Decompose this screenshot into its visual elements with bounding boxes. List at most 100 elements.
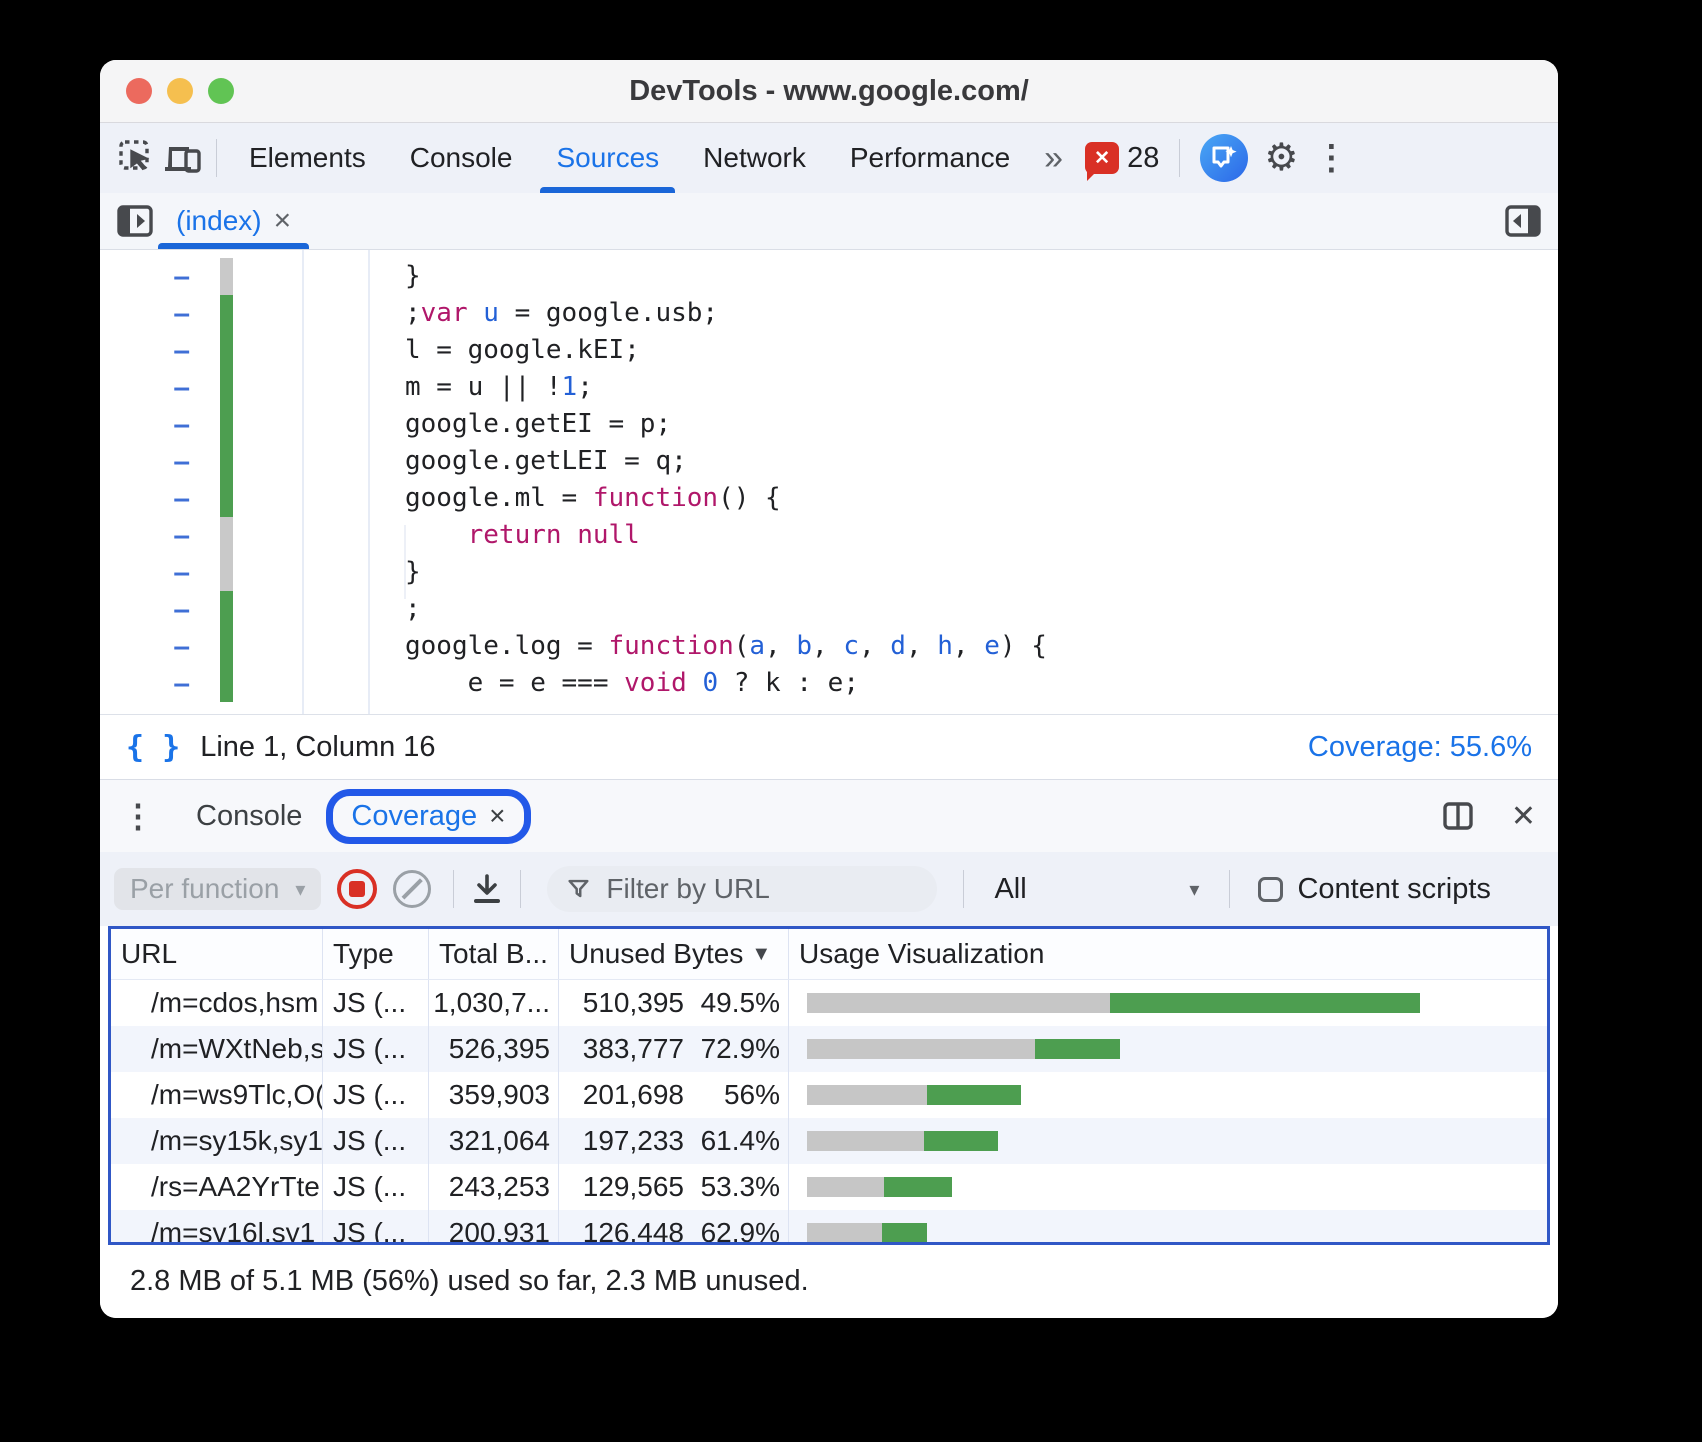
- export-download-icon[interactable]: [464, 866, 510, 912]
- column-header-url[interactable]: URL: [111, 929, 323, 979]
- line-gutter-dash: –: [100, 628, 190, 665]
- toolbar-divider: [1179, 139, 1180, 177]
- usage-bar-used: [1035, 1039, 1120, 1059]
- unused-bytes-value: 383,777: [567, 1033, 684, 1065]
- drawer-dock-icon[interactable]: [1435, 793, 1481, 839]
- unused-bytes-value: 510,395: [567, 987, 684, 1019]
- main-toolbar: Elements Console Sources Network Perform…: [100, 123, 1558, 193]
- customize-menu-icon[interactable]: ⋮: [1304, 138, 1358, 178]
- file-tab-close-icon[interactable]: ×: [274, 204, 292, 238]
- tab-network[interactable]: Network: [681, 123, 828, 193]
- code-line[interactable]: –google.getLEI = q;: [100, 443, 1558, 480]
- drawer-tab-console[interactable]: Console: [180, 800, 318, 833]
- drawer-menu-icon[interactable]: ⋮: [122, 797, 154, 835]
- usage-cell: [789, 1072, 1547, 1118]
- total-bytes-cell: 200,931: [429, 1210, 559, 1242]
- device-toolbar-icon[interactable]: [160, 135, 206, 181]
- table-row[interactable]: /m=ws9Tlc,O(JS (...359,903201,69856%: [111, 1072, 1547, 1118]
- pretty-print-icon[interactable]: { }: [126, 730, 180, 765]
- coverage-stripe-covered: [220, 295, 233, 332]
- filter-by-url-input[interactable]: [604, 872, 917, 906]
- close-window-button[interactable]: [126, 78, 152, 104]
- unused-bytes-cell: 197,23361.4%: [559, 1118, 789, 1164]
- code-line[interactable]: –l = google.kEI;: [100, 332, 1558, 369]
- line-gutter-dash: –: [100, 406, 190, 443]
- unused-bytes-value: 126,448: [567, 1217, 684, 1242]
- unused-percent: 49.5%: [684, 987, 780, 1019]
- column-header-unused-bytes[interactable]: Unused Bytes ▼: [559, 929, 789, 979]
- usage-bar-unused: [807, 1085, 927, 1105]
- code-line[interactable]: –;: [100, 591, 1558, 628]
- code-line[interactable]: –;var u = google.usb;: [100, 295, 1558, 332]
- code-text: ;var u = google.usb;: [405, 295, 718, 332]
- content-scripts-checkbox[interactable]: [1258, 877, 1283, 902]
- stop-recording-button[interactable]: [337, 869, 377, 909]
- type-filter-select[interactable]: All ▾: [980, 873, 1213, 906]
- table-row[interactable]: /m=WXtNeb,sJS (...526,395383,77772.9%: [111, 1026, 1547, 1072]
- ai-assistant-icon[interactable]: [1200, 134, 1248, 182]
- table-row[interactable]: /rs=AA2YrTteJS (...243,253129,56553.3%: [111, 1164, 1547, 1210]
- coverage-mode-select[interactable]: Per function ▾: [114, 868, 321, 910]
- settings-gear-icon[interactable]: ⚙: [1258, 135, 1304, 181]
- code-line[interactable]: –}: [100, 258, 1558, 295]
- line-gutter-dash: –: [100, 258, 190, 295]
- code-line[interactable]: –m = u || !1;: [100, 369, 1558, 406]
- usage-bar-used: [884, 1177, 952, 1197]
- more-panels-icon[interactable]: »: [1032, 139, 1075, 178]
- file-tab-index[interactable]: (index) ×: [158, 193, 309, 249]
- issues-badge[interactable]: ✕ 28: [1085, 142, 1159, 175]
- code-text: google.getEI = p;: [405, 406, 671, 443]
- type-cell: JS (...: [323, 980, 429, 1026]
- column-header-total-bytes[interactable]: Total B...: [429, 929, 559, 979]
- inspect-element-icon[interactable]: [114, 135, 160, 181]
- usage-bar-unused: [807, 1177, 884, 1197]
- total-bytes-cell: 243,253: [429, 1164, 559, 1210]
- tab-performance[interactable]: Performance: [828, 123, 1032, 193]
- line-gutter-dash: –: [100, 517, 190, 554]
- tab-sources[interactable]: Sources: [534, 123, 681, 193]
- total-bytes-cell: 526,395: [429, 1026, 559, 1072]
- table-row[interactable]: /m=cdos,hsmJS (...1,030,7...510,39549.5%: [111, 980, 1547, 1026]
- tab-elements[interactable]: Elements: [227, 123, 388, 193]
- table-row[interactable]: /m=sy16l,sy1JS (...200,931126,44862.9%: [111, 1210, 1547, 1242]
- code-text: m = u || !1;: [405, 369, 593, 406]
- unused-bytes-cell: 129,56553.3%: [559, 1164, 789, 1210]
- sort-descending-icon: ▼: [751, 943, 771, 966]
- url-filter[interactable]: [547, 866, 937, 912]
- drawer-close-icon[interactable]: ✕: [1511, 799, 1536, 834]
- coverage-stripe-covered: [220, 480, 233, 517]
- unused-percent: 62.9%: [684, 1217, 780, 1242]
- maximize-window-button[interactable]: [208, 78, 234, 104]
- code-line[interactable]: – e = e === void 0 ? k : e;: [100, 665, 1558, 702]
- code-text: }: [405, 258, 421, 295]
- clear-icon[interactable]: [393, 870, 431, 908]
- code-line[interactable]: – google.getEI = p;: [100, 406, 1558, 443]
- code-text: google.getLEI = q;: [405, 443, 687, 480]
- show-navigator-icon[interactable]: [112, 198, 158, 244]
- usage-cell: [789, 1210, 1547, 1242]
- coverage-stripe-covered: [220, 369, 233, 406]
- code-line[interactable]: –google.ml = function() {: [100, 480, 1558, 517]
- coverage-table[interactable]: URL Type Total B... Unused Bytes ▼ Usage…: [108, 926, 1550, 1245]
- table-row[interactable]: /m=sy15k,sy1JS (...321,064197,23361.4%: [111, 1118, 1547, 1164]
- code-line[interactable]: –}: [100, 554, 1558, 591]
- type-filter-value: All: [994, 873, 1026, 906]
- code-line[interactable]: –google.log = function(a, b, c, d, h, e)…: [100, 628, 1558, 665]
- minimize-window-button[interactable]: [167, 78, 193, 104]
- code-editor[interactable]: –}–;var u = google.usb;–l = google.kEI;–…: [100, 250, 1558, 714]
- coverage-percentage-link[interactable]: Coverage: 55.6%: [1308, 731, 1532, 764]
- column-header-usage-visualization[interactable]: Usage Visualization: [789, 929, 1547, 979]
- coverage-stripe-uncovered: [220, 258, 233, 295]
- tab-console[interactable]: Console: [388, 123, 535, 193]
- column-header-type[interactable]: Type: [323, 929, 429, 979]
- coverage-tab-highlight-ring: Coverage ×: [326, 789, 530, 844]
- drawer-tab-coverage[interactable]: Coverage: [351, 800, 477, 833]
- show-debugger-sidebar-icon[interactable]: [1500, 198, 1546, 244]
- code-text: google.ml = function() {: [405, 480, 781, 517]
- drawer-tab-close-icon[interactable]: ×: [489, 800, 505, 832]
- code-line[interactable]: – return null: [100, 517, 1558, 554]
- line-gutter-dash: –: [100, 332, 190, 369]
- unused-bytes-value: 129,565: [567, 1171, 684, 1203]
- usage-bar-unused: [807, 993, 1110, 1013]
- usage-bar-used: [882, 1223, 927, 1242]
